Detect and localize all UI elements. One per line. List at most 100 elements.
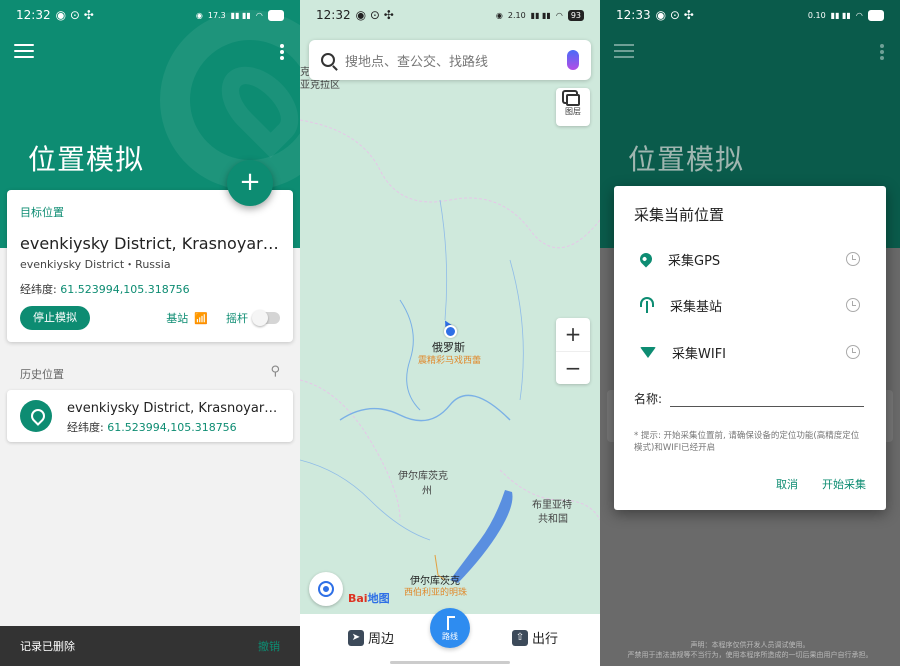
- map-search-bar[interactable]: 搜地点、查公交、找路线: [309, 40, 591, 80]
- wifi-icon: ◠: [555, 10, 563, 20]
- name-label: 名称:: [634, 392, 663, 406]
- map-label-buryatia: 布里亚特: [532, 500, 572, 511]
- wifi-icon: ◠: [255, 10, 263, 20]
- option-label: 采集WIFI: [672, 346, 726, 362]
- nav-route-label: 路线: [442, 632, 458, 641]
- joystick-toggle[interactable]: [252, 310, 280, 326]
- map-sublabel-russia: 震精彩马戏西蕾: [418, 356, 482, 366]
- history-clock-icon[interactable]: [846, 345, 860, 359]
- name-input[interactable]: [670, 391, 864, 407]
- option-collect-wifi[interactable]: 采集WIFI: [640, 341, 860, 363]
- history-clock-icon[interactable]: [846, 298, 860, 312]
- stop-simulation-button[interactable]: 停止模拟: [20, 306, 90, 330]
- home-indicator[interactable]: [390, 661, 510, 664]
- snackbar-message: 记录已删除: [20, 640, 75, 653]
- page-title: 位置模拟: [28, 143, 145, 176]
- coord-value: 61.523994,105.318756: [60, 283, 190, 296]
- net-speed: 0.10: [807, 10, 826, 20]
- status-bar: 12:32 ◉ ⊙ ✣ ◉ 2.10 ▮▮ ▮▮ ◠ 93: [300, 0, 600, 30]
- screen-location-simulation: 12:32 ◉ ⊙ ✣ ◉ 17.3 ▮▮ ▮▮ ◠ 93 位置模拟 + 目标位…: [0, 0, 300, 666]
- dialog-title: 采集当前位置: [634, 206, 725, 224]
- nav-nearby-label: 周边: [368, 632, 395, 647]
- status-icons: ◉ ⊙ ✣: [55, 8, 94, 22]
- target-label: 目标位置: [20, 206, 64, 219]
- screen-map: 克勒 亚克拉区 俄罗斯 震精彩马戏西蕾 伊尔库茨克 州 布里亚特 共和国 伊尔库…: [300, 0, 600, 666]
- battery-icon: 93: [867, 9, 884, 21]
- option-collect-gps[interactable]: 采集GPS: [637, 248, 860, 270]
- zoom-control: + −: [556, 318, 590, 384]
- base-station-label[interactable]: 基站: [166, 310, 188, 326]
- history-clock-icon[interactable]: [846, 252, 860, 266]
- disclaimer-line2: 严禁用于违法违规等不当行为，使用本程序所造成的一切后果由用户自行承担。: [627, 651, 873, 659]
- microphone-icon[interactable]: [567, 50, 579, 70]
- signal-icon: ▮▮ ▮▮: [230, 10, 251, 20]
- nav-travel[interactable]: ⇧ 出行: [512, 628, 558, 647]
- menu-icon: [614, 44, 634, 62]
- gps-pin-icon: [637, 250, 655, 268]
- battery-icon: 93: [567, 9, 584, 21]
- option-collect-base-station[interactable]: 采集基站: [640, 294, 860, 316]
- search-icon[interactable]: ⚲: [270, 364, 280, 379]
- search-icon: [321, 53, 335, 67]
- page-title: 位置模拟: [628, 143, 745, 176]
- status-bar: 12:32 ◉ ⊙ ✣ ◉ 17.3 ▮▮ ▮▮ ◠ 93: [0, 0, 300, 30]
- antenna-icon[interactable]: 📶: [194, 312, 208, 325]
- undo-button[interactable]: 撤销: [258, 638, 280, 654]
- status-time: 12:32: [16, 8, 51, 22]
- compass-icon: ➤: [348, 629, 364, 646]
- nav-route-button[interactable]: 路线: [430, 608, 470, 648]
- target-coord: 经纬度: 61.523994,105.318756: [20, 281, 280, 297]
- history-label: 历史位置: [20, 368, 64, 381]
- net-speed: 2.10: [507, 10, 526, 20]
- status-bar: 12:33 ◉ ⊙ ✣ 0.10 ▮▮ ▮▮ ◠ 93: [600, 0, 900, 30]
- location-icon: ◉: [495, 10, 503, 20]
- snackbar: 记录已删除 撤销: [0, 626, 300, 666]
- wifi-icon: [640, 346, 656, 358]
- menu-icon[interactable]: [14, 44, 34, 60]
- status-icons: ◉ ⊙ ✣: [355, 8, 394, 22]
- history-item-coord: 经纬度: 61.523994,105.318756: [67, 419, 237, 435]
- location-icon: ◉: [195, 10, 203, 20]
- name-field: 名称:: [634, 390, 864, 407]
- status-time: 12:33: [616, 8, 651, 22]
- target-sub: evenkiysky District・Russia: [20, 258, 171, 271]
- zoom-out-button[interactable]: −: [556, 351, 590, 384]
- status-time: 12:32: [316, 8, 351, 22]
- layers-icon: [566, 94, 580, 106]
- screen-collect-dialog: 12:33 ◉ ⊙ ✣ 0.10 ▮▮ ▮▮ ◠ 93 位置模拟 采集当前位置 …: [600, 0, 900, 666]
- baidu-map-logo: Bai地图: [348, 592, 390, 605]
- travel-icon: ⇧: [512, 629, 528, 646]
- nav-travel-label: 出行: [532, 632, 559, 647]
- cancel-button[interactable]: 取消: [776, 476, 798, 492]
- map-label-irkutsk-oblast2: 州: [422, 486, 432, 497]
- option-label: 采集基站: [670, 299, 723, 315]
- bottom-nav: ➤ 周边 路线 ⇧ 出行: [300, 608, 600, 666]
- start-collect-button[interactable]: 开始采集: [822, 476, 866, 492]
- more-icon[interactable]: [280, 44, 284, 62]
- map-label-buryatia2: 共和国: [538, 514, 568, 525]
- dialog-tip: * 提示: 开始采集位置前, 请确保设备的定位功能(高精度定位模式)和WIFI已…: [634, 431, 860, 453]
- target-location-card: 目标位置 evenkiysky District, Krasnoyarsk Kr…: [7, 190, 293, 342]
- signal-icon: ▮▮ ▮▮: [530, 10, 551, 20]
- antenna-icon: [640, 297, 654, 313]
- add-location-button[interactable]: +: [227, 160, 273, 206]
- locate-me-button[interactable]: [309, 572, 343, 606]
- layers-label: 图层: [565, 107, 581, 116]
- disclaimer-line1: 声明：本程序仅供开发人员调试使用。: [690, 641, 810, 649]
- nav-nearby[interactable]: ➤ 周边: [348, 628, 394, 647]
- target-name: evenkiysky District, Krasnoyarsk Krai, R…: [20, 234, 280, 253]
- option-label: 采集GPS: [668, 253, 721, 269]
- coord-label: 经纬度:: [20, 283, 57, 296]
- signal-icon: ▮▮ ▮▮: [830, 10, 851, 20]
- map-sublabel-irkutsk-city: 西伯利亚的明珠: [404, 588, 468, 598]
- coord-label: 经纬度:: [67, 421, 104, 434]
- more-icon: [880, 44, 884, 62]
- list-item[interactable]: evenkiysky District, Krasnoyarsk Krai, R…: [7, 390, 293, 442]
- collect-location-dialog: 采集当前位置 采集GPS 采集基站 采集WIFI 名称: * 提示: 开始采集位…: [614, 186, 886, 510]
- zoom-in-button[interactable]: +: [556, 318, 590, 351]
- coord-value: 61.523994,105.318756: [107, 421, 237, 434]
- history-item-name: evenkiysky District, Krasnoyarsk Krai, R…: [67, 401, 283, 416]
- layers-button[interactable]: 图层: [556, 88, 590, 126]
- wifi-icon: ◠: [855, 10, 863, 20]
- joystick-label: 摇杆: [226, 312, 248, 325]
